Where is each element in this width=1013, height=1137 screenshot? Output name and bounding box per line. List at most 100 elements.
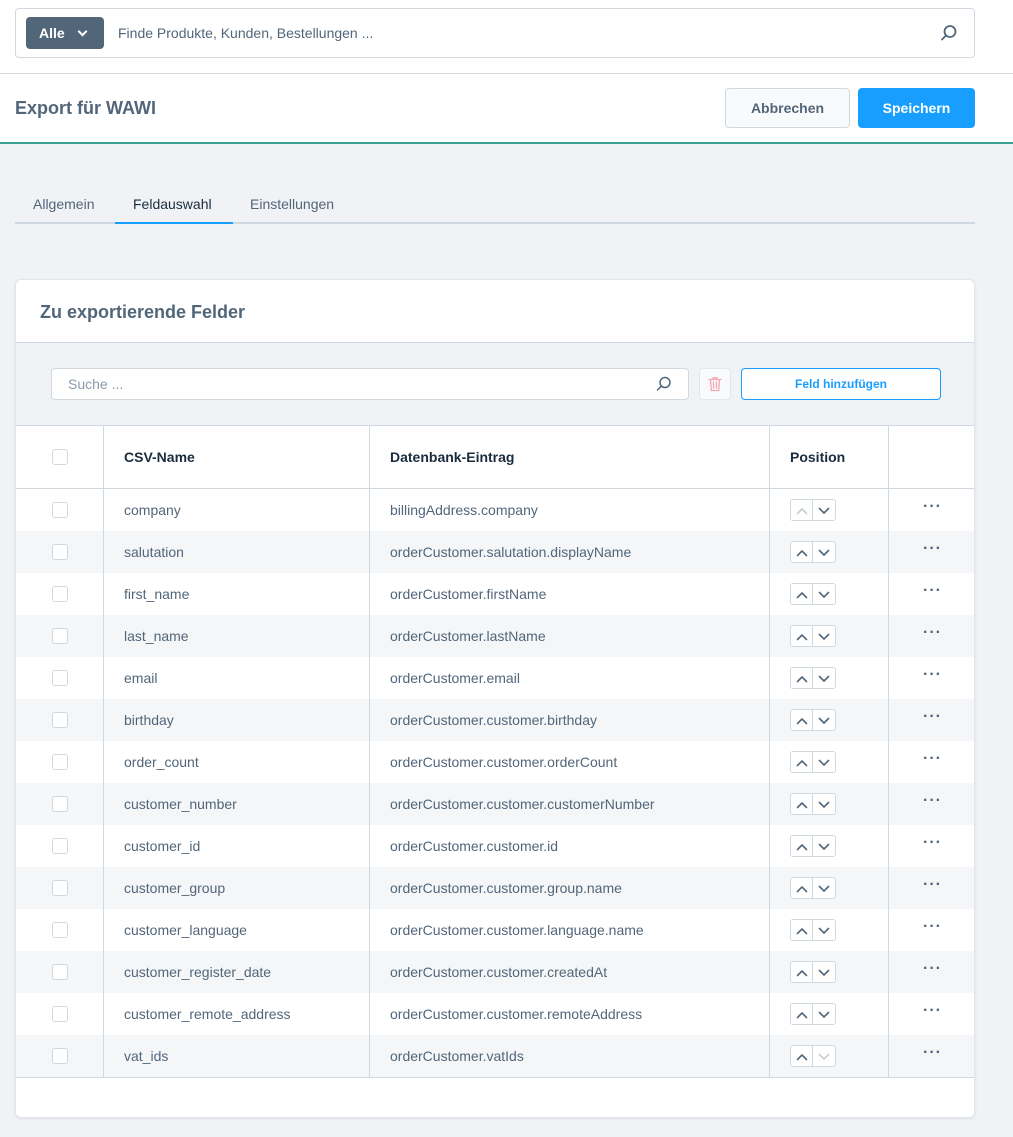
more-actions-icon[interactable]: ··· (923, 751, 942, 767)
row-checkbox[interactable] (51, 1048, 68, 1064)
move-up-button[interactable] (790, 1045, 813, 1067)
more-actions-icon[interactable]: ··· (923, 793, 942, 809)
row-checkbox[interactable] (51, 544, 68, 560)
move-up-button[interactable] (790, 877, 813, 899)
tab-feldauswahl[interactable]: Feldauswahl (133, 196, 212, 212)
page-header: Export für WAWI Abbrechen Speichern (0, 74, 1013, 144)
more-actions-icon[interactable]: ··· (923, 1045, 942, 1061)
db-entry-cell: orderCustomer.lastName (370, 615, 770, 657)
more-actions-icon[interactable]: ··· (923, 499, 942, 515)
chevron-down-icon (818, 1048, 830, 1064)
chevron-down-icon (818, 628, 830, 644)
more-actions-icon[interactable]: ··· (923, 583, 942, 599)
row-checkbox[interactable] (51, 754, 68, 770)
more-actions-icon[interactable]: ··· (923, 541, 942, 557)
row-checkbox[interactable] (51, 1006, 68, 1022)
move-down-button[interactable] (813, 541, 836, 563)
more-actions-icon[interactable]: ··· (923, 961, 942, 977)
move-down-button[interactable] (813, 709, 836, 731)
move-down-button[interactable] (813, 793, 836, 815)
move-up-button[interactable] (790, 793, 813, 815)
row-checkbox[interactable] (51, 628, 68, 644)
table-row: customer_register_date orderCustomer.cust… (16, 951, 974, 993)
db-entry-cell: orderCustomer.customer.orderCount (370, 741, 770, 783)
position-cell (770, 615, 889, 657)
more-actions-icon[interactable]: ··· (923, 877, 942, 893)
position-cell (770, 951, 889, 993)
save-button[interactable]: Speichern (858, 88, 975, 128)
row-actions-cell: ··· (889, 699, 974, 741)
more-actions-icon[interactable]: ··· (923, 709, 942, 725)
row-checkbox[interactable] (51, 838, 68, 854)
move-up-button[interactable] (790, 751, 813, 773)
row-checkbox[interactable] (51, 712, 68, 728)
move-down-button[interactable] (813, 961, 836, 983)
grid-header-row: CSV-Name Datenbank-Eintrag Position (16, 425, 974, 489)
csv-name-cell: company (104, 489, 370, 531)
chevron-up-icon (796, 544, 808, 560)
move-up-button[interactable] (790, 541, 813, 563)
row-checkbox[interactable] (51, 964, 68, 980)
cancel-button[interactable]: Abbrechen (725, 88, 850, 128)
move-down-button[interactable] (813, 499, 836, 521)
column-header-position[interactable]: Position (770, 425, 889, 488)
row-checkbox[interactable] (51, 880, 68, 896)
table-row: last_name orderCustomer.lastName ··· (16, 615, 974, 657)
row-select-cell (16, 489, 104, 531)
move-up-button[interactable] (790, 583, 813, 605)
row-actions-cell: ··· (889, 489, 974, 531)
move-down-button[interactable] (813, 1045, 836, 1067)
move-up-button[interactable] (790, 499, 813, 521)
chevron-down-icon (818, 544, 830, 560)
move-down-button[interactable] (813, 625, 836, 647)
column-header-db-entry[interactable]: Datenbank-Eintrag (370, 425, 770, 488)
chevron-up-icon (796, 712, 808, 728)
row-actions-cell: ··· (889, 573, 974, 615)
move-down-button[interactable] (813, 919, 836, 941)
move-down-button[interactable] (813, 583, 836, 605)
row-checkbox[interactable] (51, 586, 68, 602)
delete-button[interactable] (699, 368, 731, 400)
grid-footer-divider (16, 1077, 974, 1078)
global-search-input[interactable]: Finde Produkte, Kunden, Bestellungen ... (118, 25, 373, 41)
move-up-button[interactable] (790, 667, 813, 689)
move-up-button[interactable] (790, 919, 813, 941)
chevron-up-icon (796, 838, 808, 854)
more-actions-icon[interactable]: ··· (923, 667, 942, 683)
more-actions-icon[interactable]: ··· (923, 919, 942, 935)
search-icon[interactable] (940, 24, 958, 42)
row-checkbox[interactable] (51, 670, 68, 686)
row-select-cell (16, 867, 104, 909)
table-row: salutation orderCustomer.salutation.displ… (16, 531, 974, 573)
select-all-checkbox[interactable] (51, 448, 68, 465)
row-checkbox[interactable] (51, 502, 68, 518)
more-actions-icon[interactable]: ··· (923, 625, 942, 641)
field-search-input[interactable]: Suche ... (51, 368, 689, 400)
search-scope-dropdown[interactable]: Alle (26, 17, 104, 49)
row-checkbox[interactable] (51, 796, 68, 812)
csv-name-cell: customer_remote_address (104, 993, 370, 1035)
move-up-button[interactable] (790, 835, 813, 857)
move-up-button[interactable] (790, 625, 813, 647)
chevron-down-icon (818, 796, 830, 812)
move-down-button[interactable] (813, 667, 836, 689)
more-actions-icon[interactable]: ··· (923, 835, 942, 851)
chevron-down-icon (818, 922, 830, 938)
csv-name-cell: customer_register_date (104, 951, 370, 993)
row-checkbox[interactable] (51, 922, 68, 938)
move-down-button[interactable] (813, 835, 836, 857)
chevron-up-icon (796, 1006, 808, 1022)
move-down-button[interactable] (813, 877, 836, 899)
add-field-button[interactable]: Feld hinzufügen (741, 368, 941, 400)
chevron-down-icon (818, 712, 830, 728)
table-row: email orderCustomer.email ··· (16, 657, 974, 699)
column-header-csv-name[interactable]: CSV-Name (104, 425, 370, 488)
tab-einstellungen[interactable]: Einstellungen (250, 196, 334, 212)
move-up-button[interactable] (790, 961, 813, 983)
move-up-button[interactable] (790, 1003, 813, 1025)
more-actions-icon[interactable]: ··· (923, 1003, 942, 1019)
move-up-button[interactable] (790, 709, 813, 731)
tab-allgemein[interactable]: Allgemein (33, 196, 94, 212)
move-down-button[interactable] (813, 751, 836, 773)
move-down-button[interactable] (813, 1003, 836, 1025)
